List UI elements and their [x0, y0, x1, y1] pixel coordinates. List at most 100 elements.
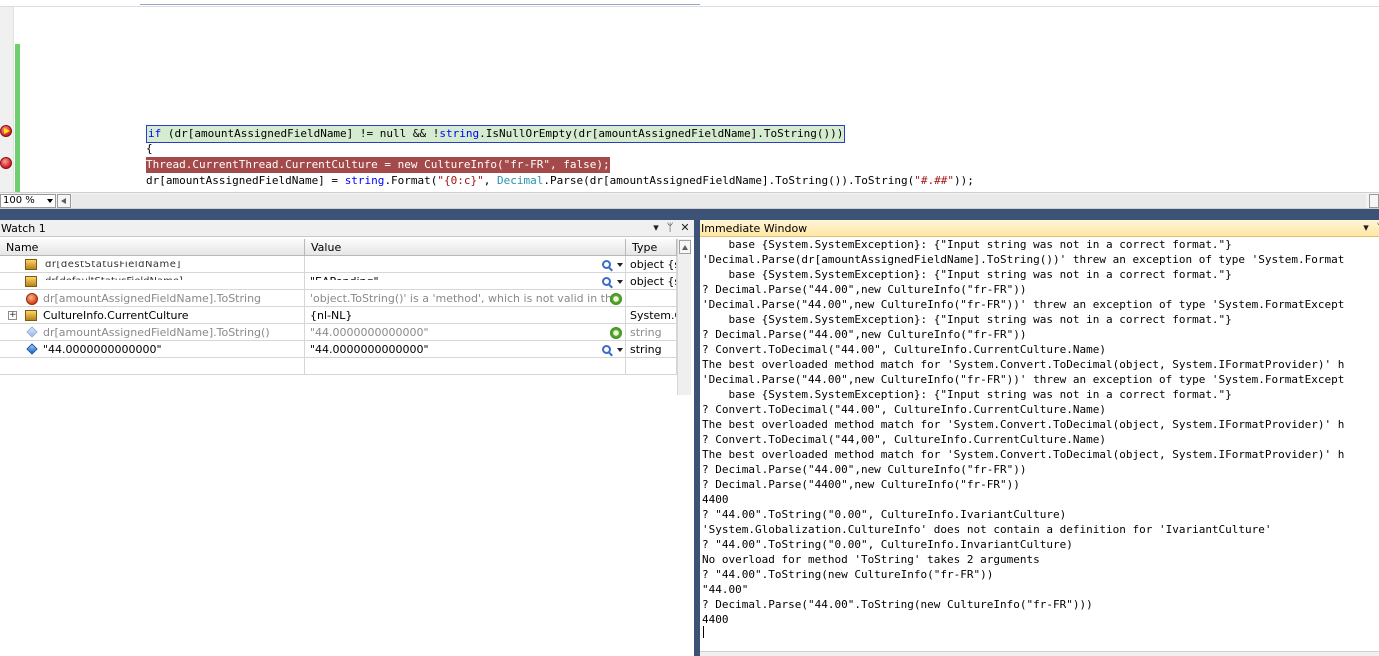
scroll-right-button[interactable]: [1369, 194, 1379, 208]
immediate-line: ? Decimal.Parse("4400",new CultureInfo("…: [702, 478, 1020, 491]
watch-type-cell: object {s: [626, 256, 677, 273]
watch-row[interactable]: + CultureInfo.CurrentCulture {nl-NL} Sys…: [0, 307, 677, 324]
watch-value-cell: [305, 358, 626, 375]
string-literal: "{0:c}": [437, 174, 484, 187]
column-header-type[interactable]: Type: [626, 239, 677, 256]
watch-value-text: "44.0000000000000": [310, 343, 429, 356]
column-header-name[interactable]: Name: [0, 239, 305, 256]
editor-status-bar: 100 %: [0, 192, 1379, 209]
watch-name-cell[interactable]: [0, 358, 305, 375]
watch-value-cell: 'object.ToString()' is a 'method', which…: [305, 290, 626, 307]
pin-icon[interactable]: ᛘ: [1374, 222, 1379, 234]
watch-vertical-scrollbar[interactable]: [677, 239, 691, 395]
code-text: ,: [483, 174, 498, 187]
immediate-line: base {System.SystemException}: {"Input s…: [702, 268, 1232, 281]
immediate-line: ? Decimal.Parse("44.00",new CultureInfo(…: [702, 328, 1027, 341]
chevron-down-icon[interactable]: [617, 263, 623, 267]
watch-row[interactable]: dr[amountAssignedFieldName].ToString 'ob…: [0, 290, 677, 307]
watch-type-cell: System.C: [626, 307, 677, 324]
pin-icon[interactable]: ᛘ: [664, 222, 676, 234]
refresh-icon[interactable]: [610, 327, 622, 339]
immediate-line: The best overloaded method match for 'Sy…: [702, 358, 1345, 371]
watch-row[interactable]: dr[defaultStatusFieldName] "EAPending" o…: [0, 273, 677, 290]
column-header-value[interactable]: Value: [305, 239, 626, 256]
watch-grid[interactable]: Name Value Type dr[destStatusFieldName] …: [0, 239, 694, 395]
immediate-line: ? Convert.ToDecimal("44.00", CultureInfo…: [702, 343, 1106, 356]
immediate-line: The best overloaded method match for 'Sy…: [702, 418, 1345, 431]
pane-splitter[interactable]: [0, 209, 1379, 220]
code-text: .Parse(dr[amountAssignedFieldName].ToStr…: [543, 174, 915, 187]
editor-top-ruler: [0, 0, 1379, 7]
watch-window: Watch 1 ▾ ᛘ ✕ Name Value Type dr[destSta…: [0, 220, 694, 656]
code-editor[interactable]: if (dr[amountAssignedFieldName] != null …: [0, 0, 1379, 192]
breakpoint-icon[interactable]: [0, 157, 12, 169]
watch-row[interactable]: "44.0000000000000" "44.0000000000000" st…: [0, 341, 677, 358]
immediate-line: "44.00": [702, 583, 749, 596]
watch-row[interactable]: dr[destStatusFieldName] object {s: [0, 256, 677, 273]
string-literal: "#.##": [914, 174, 955, 187]
code-line-brace[interactable]: {: [146, 141, 153, 157]
watch-value-cell: {nl-NL}: [305, 307, 626, 324]
expand-icon[interactable]: +: [8, 311, 17, 320]
immediate-line: No overload for method 'ToString' takes …: [702, 553, 1040, 566]
code-line-format[interactable]: dr[amountAssignedFieldName] = string.For…: [146, 173, 974, 189]
keyword-if: if: [148, 127, 162, 140]
immediate-line: 4400: [702, 613, 729, 626]
watch-titlebar: Watch 1 ▾ ᛘ ✕: [0, 220, 694, 237]
immediate-window[interactable]: Immediate Window ▾ ᛘ base {System.System…: [700, 220, 1379, 656]
watch-name-text: dr[amountAssignedFieldName].ToString(): [43, 326, 270, 339]
immediate-line: ? "44.00".ToString("0.00", CultureInfo.I…: [702, 538, 1073, 551]
field-icon: [26, 326, 38, 338]
zoom-level: 100 %: [3, 195, 35, 206]
immediate-line: 4400: [702, 493, 729, 506]
scroll-up-button[interactable]: [679, 240, 691, 254]
refresh-icon[interactable]: [610, 293, 622, 305]
error-icon: [26, 293, 38, 305]
current-statement-breakpoint-icon[interactable]: [0, 125, 12, 137]
zoom-dropdown[interactable]: 100 %: [0, 194, 56, 208]
keyword-string: string: [344, 174, 385, 187]
immediate-output[interactable]: base {System.SystemException}: {"Input s…: [702, 237, 1344, 627]
watch-empty-row[interactable]: [0, 358, 677, 375]
immediate-line: ? Convert.ToDecimal("44.00", CultureInfo…: [702, 403, 1106, 416]
immediate-line: base {System.SystemException}: {"Input s…: [702, 313, 1232, 326]
watch-name-text: "44.0000000000000": [43, 343, 162, 356]
chevron-down-icon[interactable]: [617, 280, 623, 284]
watch-type-cell: [626, 358, 677, 375]
scroll-left-button[interactable]: [57, 194, 71, 208]
watch-value-cell: "44.0000000000000": [305, 324, 626, 341]
watch-name-cell: + CultureInfo.CurrentCulture: [0, 307, 305, 324]
magnifier-icon[interactable]: [602, 277, 611, 286]
watch-value-cell: "44.0000000000000": [305, 341, 626, 358]
watch-title: Watch 1: [1, 222, 46, 235]
object-icon: [25, 276, 37, 287]
code-line-breakpoint[interactable]: Thread.CurrentThread.CurrentCulture = ne…: [146, 157, 610, 173]
immediate-titlebar: Immediate Window ▾ ᛘ: [700, 220, 1379, 237]
type-name: Decimal: [497, 174, 544, 187]
object-icon: [25, 310, 37, 321]
horizontal-scrollbar[interactable]: [72, 194, 1366, 208]
immediate-line: base {System.SystemException}: {"Input s…: [702, 388, 1232, 401]
watch-type-cell: [626, 290, 677, 307]
watch-name-text: CultureInfo.CurrentCulture: [43, 309, 189, 322]
magnifier-icon[interactable]: [602, 345, 611, 354]
code-text: dr[amountAssignedFieldName] =: [146, 174, 345, 187]
editor-top-ruler-segment: [140, 0, 700, 5]
code-line-current-statement[interactable]: if (dr[amountAssignedFieldName] != null …: [146, 125, 846, 143]
immediate-line: ? Decimal.Parse("44.00",new CultureInfo(…: [702, 463, 1027, 476]
watch-name-cell: "44.0000000000000": [0, 341, 305, 358]
immediate-line: ? Convert.ToDecimal("44,00", CultureInfo…: [702, 433, 1106, 446]
watch-row[interactable]: dr[amountAssignedFieldName].ToString() "…: [0, 324, 677, 341]
immediate-line: 'System.Globalization.CultureInfo' does …: [702, 523, 1272, 536]
watch-value-text: "EAPending": [310, 275, 379, 288]
magnifier-icon[interactable]: [602, 260, 611, 269]
close-icon[interactable]: ✕: [679, 222, 691, 234]
window-menu-chevron-icon[interactable]: ▾: [1360, 222, 1372, 234]
immediate-line: 'Decimal.Parse(dr[amountAssignedFieldNam…: [702, 253, 1345, 266]
window-menu-chevron-icon[interactable]: ▾: [650, 222, 662, 234]
watch-value-cell: "EAPending": [305, 273, 626, 290]
chevron-down-icon[interactable]: [617, 348, 623, 352]
watch-value-text: 'object.ToString()' is a 'method', which…: [310, 292, 619, 305]
text-caret: [703, 626, 704, 638]
code-text: ));: [954, 174, 974, 187]
